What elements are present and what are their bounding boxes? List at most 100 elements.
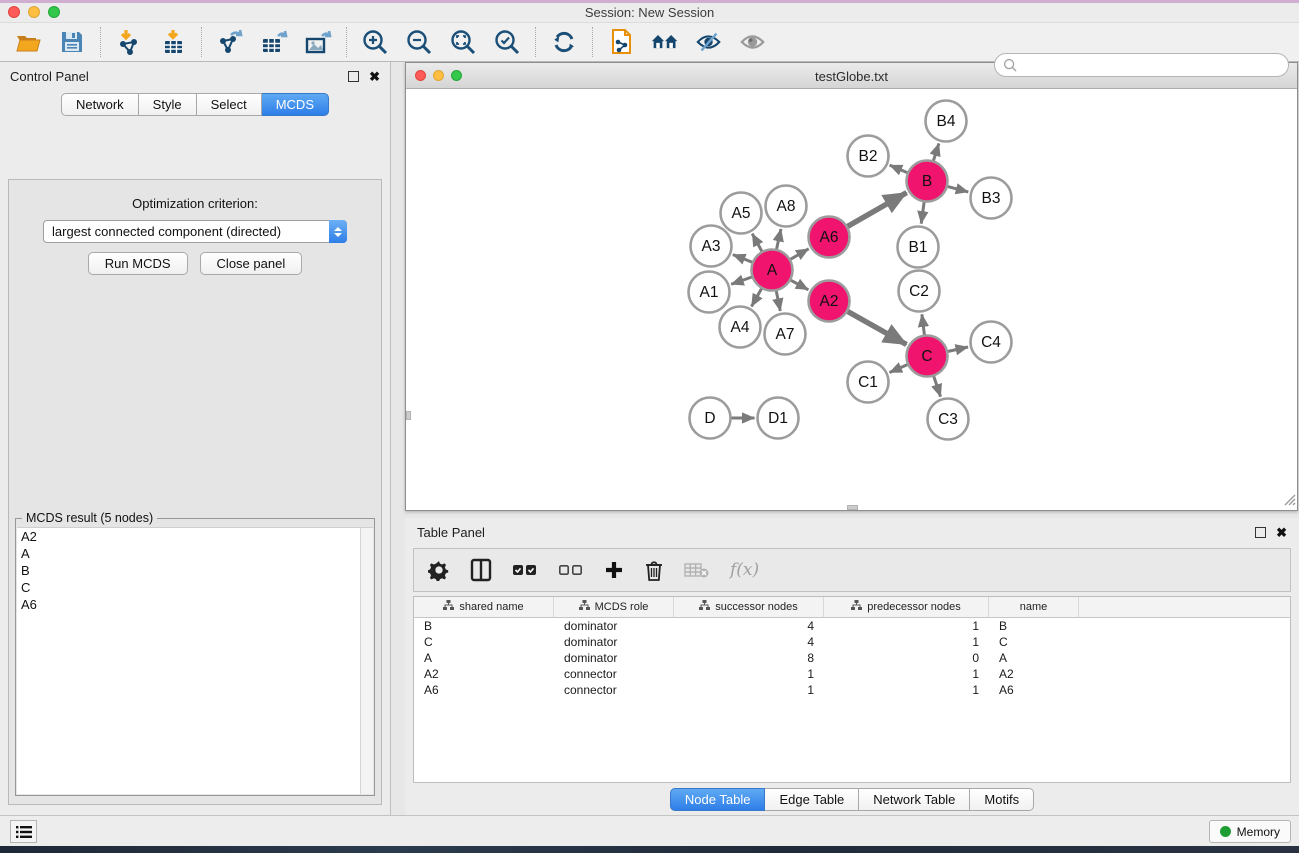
table-row[interactable]: Adominator80A (414, 650, 1290, 666)
tab-mcds[interactable]: MCDS (262, 93, 329, 116)
table-cell[interactable]: 4 (674, 634, 824, 650)
table-cell[interactable]: B (989, 618, 1079, 634)
graph-edge-A6-B[interactable] (847, 193, 907, 227)
tab-network[interactable]: Network (61, 93, 139, 116)
graph-node-B[interactable]: B (907, 161, 948, 202)
table-cell[interactable]: 1 (824, 666, 989, 682)
table-cell[interactable]: 0 (824, 650, 989, 666)
graph-edge-A-A7[interactable] (776, 290, 780, 311)
graph-node-B2[interactable]: B2 (848, 136, 889, 177)
table-row[interactable]: Bdominator41B (414, 618, 1290, 634)
table-cell[interactable] (1079, 634, 1290, 650)
graph-node-A7[interactable]: A7 (765, 314, 806, 355)
graph-node-A2[interactable]: A2 (809, 281, 850, 322)
graph-node-A5[interactable]: A5 (721, 193, 762, 234)
table-row[interactable]: A6connector11A6 (414, 682, 1290, 698)
copy-style-icon[interactable] (607, 28, 635, 56)
search-field[interactable] (994, 53, 1289, 77)
save-session-icon[interactable] (58, 28, 86, 56)
table-cell[interactable]: 8 (674, 650, 824, 666)
table-cell[interactable]: 4 (674, 618, 824, 634)
graph-edge-A-A4[interactable] (752, 288, 762, 307)
zoom-selected-icon[interactable] (493, 28, 521, 56)
table-cell[interactable]: 1 (674, 682, 824, 698)
graph-node-B3[interactable]: B3 (971, 178, 1012, 219)
graph-node-A[interactable]: A (752, 250, 793, 291)
column-header[interactable]: predecessor nodes (824, 597, 989, 618)
graph-edge-C-C2[interactable] (922, 314, 925, 335)
table-cell[interactable]: A (414, 650, 554, 666)
zoom-in-icon[interactable] (361, 28, 389, 56)
horizontal-scrollbar-thumb[interactable] (847, 505, 858, 510)
table-cell[interactable] (1079, 650, 1290, 666)
zoom-out-icon[interactable] (405, 28, 433, 56)
export-image-icon[interactable] (304, 28, 332, 56)
open-file-icon[interactable] (14, 28, 42, 56)
graph-node-C[interactable]: C (907, 336, 948, 377)
table-cell[interactable]: C (414, 634, 554, 650)
list-item[interactable]: A6 (17, 596, 373, 613)
float-table-panel-icon[interactable] (1255, 527, 1266, 538)
table-cell[interactable]: A2 (414, 666, 554, 682)
run-mcds-button[interactable]: Run MCDS (88, 252, 188, 275)
table-cell[interactable]: connector (554, 666, 674, 682)
delete-table-icon[interactable] (684, 561, 710, 579)
memory-button[interactable]: Memory (1209, 820, 1291, 843)
close-panel-button[interactable]: Close panel (200, 252, 303, 275)
node-table[interactable]: shared name MCDS role successor nodes pr… (413, 596, 1291, 783)
graph-node-C2[interactable]: C2 (899, 271, 940, 312)
import-table-icon[interactable] (159, 28, 187, 56)
select-all-icon[interactable] (512, 562, 538, 578)
table-row[interactable]: A2connector11A2 (414, 666, 1290, 682)
table-cell[interactable]: A2 (989, 666, 1079, 682)
criterion-dropdown[interactable]: largest connected component (directed) (43, 220, 347, 243)
table-cell[interactable]: C (989, 634, 1079, 650)
graph-edge-A2-C[interactable] (847, 311, 907, 344)
column-header[interactable]: name (989, 597, 1079, 618)
graph-edge-C-C3[interactable] (933, 375, 940, 396)
scrollbar-track[interactable] (360, 528, 373, 794)
list-item[interactable]: B (17, 562, 373, 579)
table-cell[interactable] (1079, 682, 1290, 698)
gear-icon[interactable] (428, 559, 450, 581)
network-graph[interactable]: B4B2BB3A5A8A6A3B1AA1C2A2A4A7C4CC1C3DD1 (406, 89, 1297, 510)
graph-edge-A-A2[interactable] (790, 280, 808, 290)
tab-node-table[interactable]: Node Table (670, 788, 766, 811)
table-cell[interactable]: dominator (554, 618, 674, 634)
graph-node-A1[interactable]: A1 (689, 272, 730, 313)
tab-edge-table[interactable]: Edge Table (765, 788, 859, 811)
search-input[interactable] (1022, 58, 1288, 72)
column-header[interactable]: successor nodes (674, 597, 824, 618)
table-cell[interactable]: A6 (989, 682, 1079, 698)
graph-edge-B-B3[interactable] (947, 186, 968, 192)
graph-node-A4[interactable]: A4 (720, 307, 761, 348)
table-cell[interactable]: A (989, 650, 1079, 666)
hide-selected-icon[interactable] (695, 28, 723, 56)
graph-node-B1[interactable]: B1 (898, 227, 939, 268)
graph-node-B4[interactable]: B4 (926, 101, 967, 142)
tab-select[interactable]: Select (197, 93, 262, 116)
graph-edge-B-B1[interactable] (921, 201, 924, 223)
graph-node-C3[interactable]: C3 (928, 399, 969, 440)
import-network-icon[interactable] (115, 28, 143, 56)
list-item[interactable]: A (17, 545, 373, 562)
graph-node-C4[interactable]: C4 (971, 322, 1012, 363)
network-canvas[interactable]: B4B2BB3A5A8A6A3B1AA1C2A2A4A7C4CC1C3DD1 (406, 89, 1297, 510)
task-history-icon[interactable] (10, 820, 37, 843)
table-cell[interactable]: 1 (674, 666, 824, 682)
export-network-icon[interactable] (216, 28, 244, 56)
graph-node-A8[interactable]: A8 (766, 186, 807, 227)
close-table-panel-icon[interactable]: ✖ (1276, 527, 1287, 538)
graph-edge-A-A6[interactable] (790, 249, 809, 260)
function-builder-icon[interactable]: f(x) (730, 560, 759, 580)
table-cell[interactable]: 1 (824, 634, 989, 650)
graph-edge-C-C4[interactable] (947, 347, 968, 352)
graph-edge-C-C1[interactable] (890, 364, 909, 372)
graph-edge-A-A3[interactable] (733, 255, 753, 263)
first-neighbors-icon[interactable] (651, 28, 679, 56)
delete-column-icon[interactable] (644, 559, 664, 582)
resize-grip-icon[interactable] (1283, 493, 1296, 509)
graph-edge-A-A1[interactable] (731, 277, 752, 284)
table-cell[interactable]: dominator (554, 634, 674, 650)
vertical-scrollbar-thumb[interactable] (406, 411, 411, 420)
